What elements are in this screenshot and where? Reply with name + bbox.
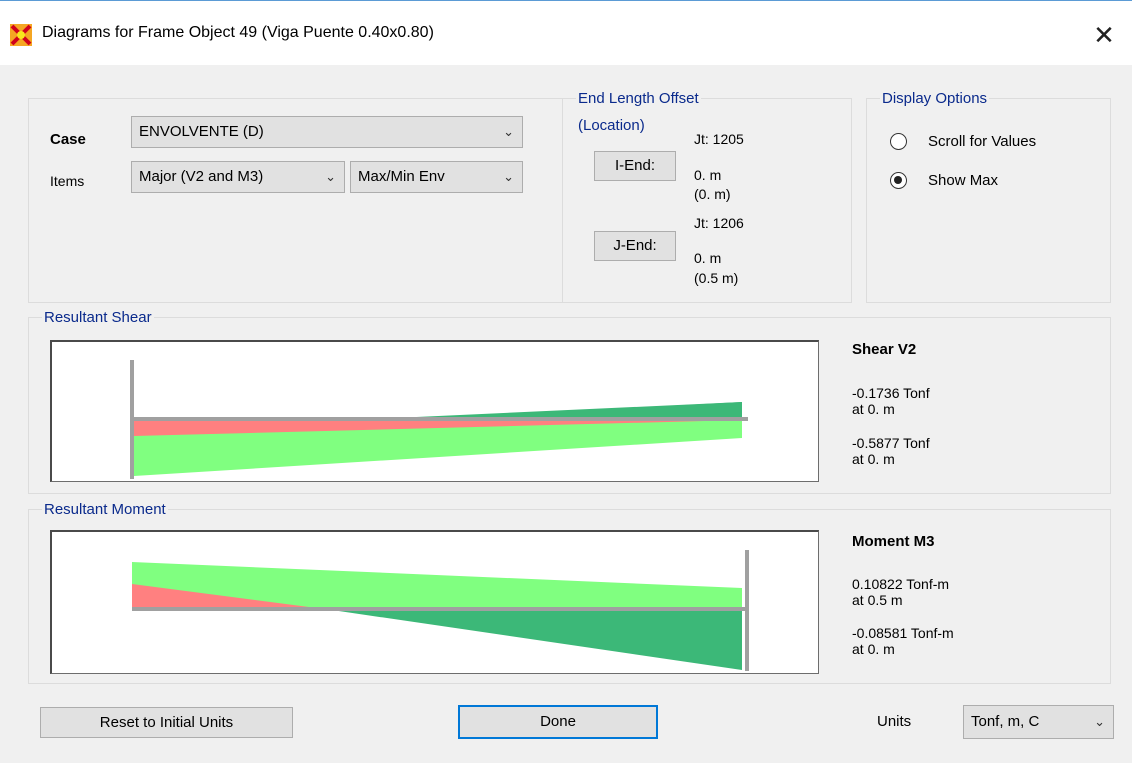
i-end-location: (0. m) xyxy=(694,186,731,202)
moment-overlap-fill xyxy=(332,610,742,670)
diagram-window: Diagrams for Frame Object 49 (Viga Puent… xyxy=(0,0,1132,763)
shear-heading: Shear V2 xyxy=(852,341,917,358)
i-end-joint: Jt: 1205 xyxy=(694,131,744,147)
shear-max-value: -0.1736 Tonf xyxy=(852,385,930,401)
i-end-length: 0. m xyxy=(694,167,722,183)
chevron-down-icon: ⌄ xyxy=(325,169,336,184)
items-envelope-value: Max/Min Env xyxy=(358,168,445,185)
shear-diagram-svg xyxy=(130,360,748,479)
moment-max-at: at 0.5 m xyxy=(852,592,903,608)
shear-min-at: at 0. m xyxy=(852,451,895,467)
done-button[interactable]: Done xyxy=(458,705,658,739)
moment-diagram xyxy=(50,530,819,674)
moment-heading: Moment M3 xyxy=(852,533,935,550)
items-envelope-select[interactable]: Max/Min Env ⌄ xyxy=(350,161,523,193)
end-offset-title: End Length Offset xyxy=(576,90,701,107)
end-offset-subtitle: (Location) xyxy=(578,117,645,134)
case-select[interactable]: ENVOLVENTE (D) ⌄ xyxy=(131,116,523,148)
show-max-label[interactable]: Show Max xyxy=(928,172,998,189)
j-end-joint: Jt: 1206 xyxy=(694,215,744,231)
title-bar: Diagrams for Frame Object 49 (Viga Puent… xyxy=(0,1,1132,65)
shear-min-value: -0.5877 Tonf xyxy=(852,435,930,451)
chevron-down-icon: ⌄ xyxy=(1094,714,1105,729)
j-end-button[interactable]: J-End: xyxy=(594,231,676,261)
j-end-location: (0.5 m) xyxy=(694,270,739,286)
items-component-select[interactable]: Major (V2 and M3) ⌄ xyxy=(131,161,345,193)
moment-max-value: 0.10822 Tonf-m xyxy=(852,576,950,592)
units-select-value: Tonf, m, C xyxy=(971,713,1040,730)
shear-group-title: Resultant Shear xyxy=(42,309,154,326)
moment-min-at: at 0. m xyxy=(852,641,895,657)
j-end-length: 0. m xyxy=(694,250,722,266)
reset-units-button[interactable]: Reset to Initial Units xyxy=(40,707,293,738)
display-options-panel xyxy=(866,98,1111,303)
moment-diagram-svg xyxy=(132,550,749,671)
chevron-down-icon: ⌄ xyxy=(503,169,514,184)
case-select-value: ENVOLVENTE (D) xyxy=(139,123,264,140)
items-label: Items xyxy=(50,173,85,189)
show-max-radio[interactable] xyxy=(890,172,907,189)
moment-min-value: -0.08581 Tonf-m xyxy=(852,625,954,641)
i-end-button[interactable]: I-End: xyxy=(594,151,676,181)
sap-app-icon xyxy=(10,24,32,46)
units-select[interactable]: Tonf, m, C ⌄ xyxy=(963,705,1114,739)
units-label: Units xyxy=(877,713,912,730)
window-title: Diagrams for Frame Object 49 (Viga Puent… xyxy=(42,24,434,41)
moment-group-title: Resultant Moment xyxy=(42,501,168,518)
items-component-value: Major (V2 and M3) xyxy=(139,168,264,185)
scroll-values-radio[interactable] xyxy=(890,133,907,150)
case-label: Case xyxy=(50,131,86,148)
shear-max-at: at 0. m xyxy=(852,401,895,417)
scroll-values-label[interactable]: Scroll for Values xyxy=(928,133,1036,150)
chevron-down-icon: ⌄ xyxy=(503,124,514,139)
shear-diagram xyxy=(50,340,819,482)
close-button[interactable]: ✕ xyxy=(1086,17,1122,53)
display-options-title: Display Options xyxy=(880,90,990,107)
